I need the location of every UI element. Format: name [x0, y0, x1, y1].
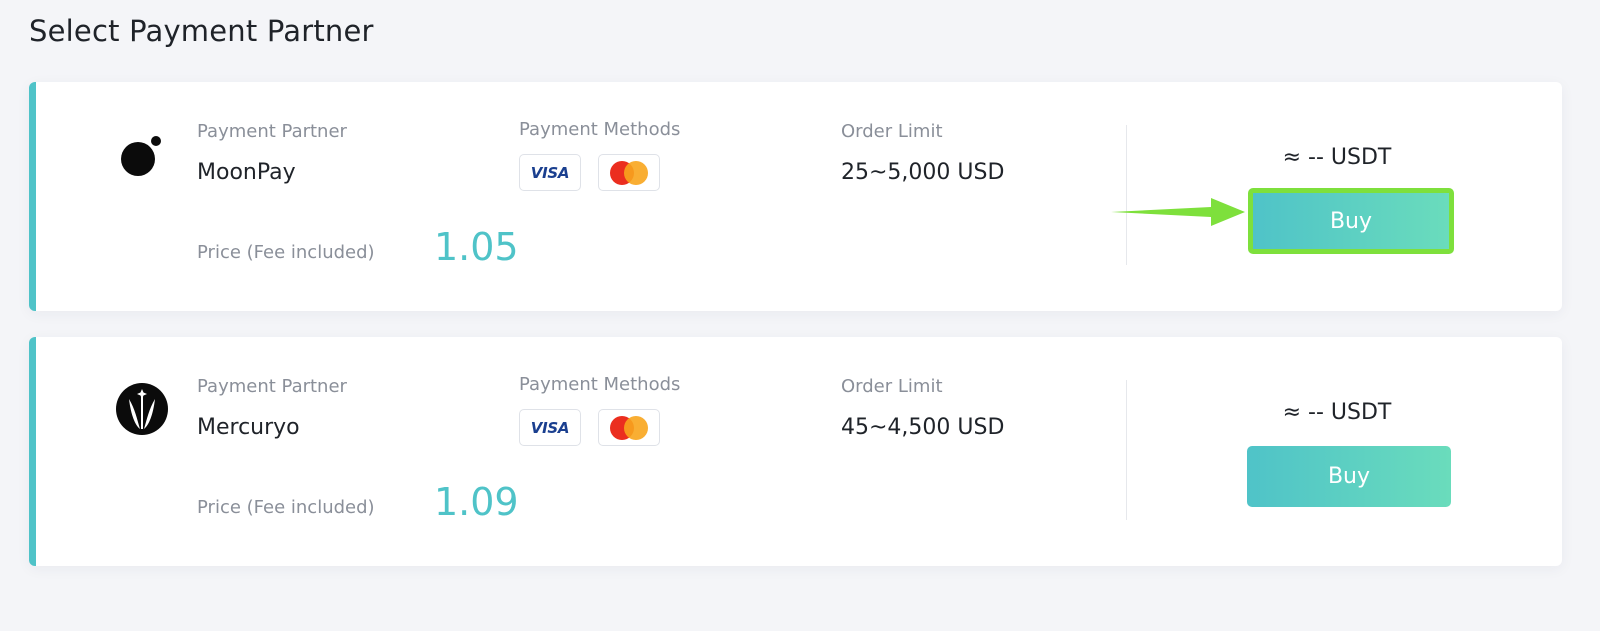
visa-text: VISA	[530, 163, 570, 182]
partner-name: Mercuryo	[197, 415, 300, 440]
price-value: 1.05	[434, 225, 519, 269]
page-title: Select Payment Partner	[29, 14, 374, 48]
buy-button-moonpay[interactable]: Buy	[1248, 188, 1454, 254]
order-limit-value: 45~4,500 USD	[841, 415, 1005, 440]
usdt-quote: ≈ -- USDT	[1282, 400, 1392, 425]
price-value: 1.09	[434, 480, 519, 524]
partner-name: MoonPay	[197, 160, 296, 185]
partner-card-mercuryo: Payment Partner Mercuryo Payment Methods…	[29, 337, 1562, 566]
order-limit-value: 25~5,000 USD	[841, 160, 1005, 185]
usdt-quote: ≈ -- USDT	[1282, 145, 1392, 170]
moonpay-logo-icon	[115, 126, 171, 182]
visa-text: VISA	[530, 418, 570, 437]
payment-partner-label: Payment Partner	[197, 376, 347, 397]
payment-methods-list: VISA	[519, 409, 660, 446]
arrow-right-icon	[1111, 194, 1245, 230]
payment-methods-label: Payment Methods	[519, 119, 681, 140]
partner-card-moonpay: Payment Partner MoonPay Payment Methods …	[29, 82, 1562, 311]
buy-button-mercuryo[interactable]: Buy	[1247, 446, 1451, 507]
mercuryo-logo-icon	[115, 381, 171, 437]
visa-icon: VISA	[519, 154, 581, 191]
visa-icon: VISA	[519, 409, 581, 446]
price-label: Price (Fee included)	[197, 497, 375, 518]
mastercard-icon	[598, 409, 660, 446]
mastercard-icon	[598, 154, 660, 191]
payment-partner-page: Select Payment Partner Payment Partner M…	[0, 0, 1600, 631]
order-limit-label: Order Limit	[841, 121, 943, 142]
payment-methods-list: VISA	[519, 154, 660, 191]
payment-partner-label: Payment Partner	[197, 121, 347, 142]
price-label: Price (Fee included)	[197, 242, 375, 263]
order-limit-label: Order Limit	[841, 376, 943, 397]
divider	[1126, 380, 1127, 520]
payment-methods-label: Payment Methods	[519, 374, 681, 395]
